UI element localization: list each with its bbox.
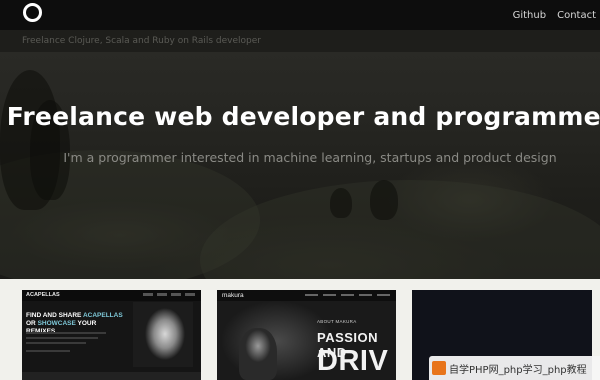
hero-bg-tree [370, 180, 398, 220]
thumb-small-label: ABOUT MAKURA [317, 319, 357, 324]
nav-link-contact[interactable]: Contact [557, 10, 596, 21]
logo-circle-icon[interactable] [23, 3, 42, 22]
thumb-big-text: DRIV [317, 345, 389, 377]
hero-section: Freelance Clojure, Scala and Ruby on Rai… [0, 30, 600, 279]
thumb-nav-links [143, 293, 195, 296]
thumb-nav-links [305, 294, 390, 296]
portfolio-thumbnail-makura[interactable]: makura ABOUT MAKURA PASSION AND DRIV [217, 290, 396, 380]
watermark-text: 自学PHP网_php学习_php教程 [449, 364, 587, 376]
top-nav-bar: Github Contact [0, 0, 600, 30]
main-nav: Github Contact [513, 0, 600, 30]
thumb-nav: ACAPELLAS [22, 290, 201, 301]
thumb-brand: makura [222, 292, 244, 299]
site-tagline: Freelance Clojure, Scala and Ruby on Rai… [22, 36, 261, 46]
thumb-photo [133, 302, 193, 367]
nav-link-github[interactable]: Github [513, 10, 546, 21]
watermark-logo-icon [432, 361, 446, 375]
hero-subhead: I'm a programmer interested in machine l… [63, 150, 557, 165]
thumb-text-lines [26, 332, 106, 355]
hero-bg-tree [330, 188, 352, 218]
thumb-footer [22, 372, 201, 380]
hero-headline: Freelance web developer and programmer [6, 102, 600, 131]
thumb-brand: ACAPELLAS [26, 292, 60, 298]
thumb-person [239, 328, 277, 380]
hero-bg-hill [200, 180, 600, 279]
portfolio-thumbnail-acapellas[interactable]: ACAPELLAS FIND AND SHARE ACAPELLAS OR SH… [22, 290, 201, 380]
watermark: 自学PHP网_php学习_php教程 [429, 356, 600, 380]
thumb-nav: makura [217, 290, 396, 301]
page: Github Contact Freelance Clojure, Scala … [0, 0, 600, 380]
